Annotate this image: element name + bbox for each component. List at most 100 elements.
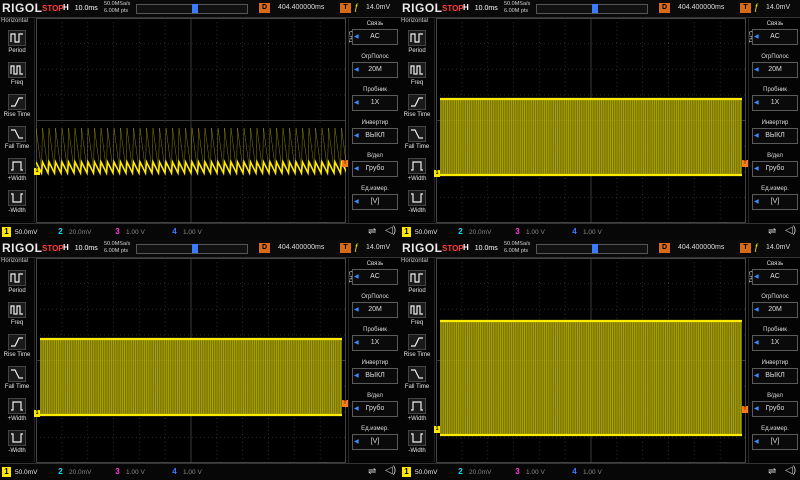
measure-item[interactable]: +Width (0, 156, 34, 188)
channel-3-status[interactable]: 3 1.00 V (113, 467, 145, 477)
menu-item-value-box[interactable]: ◀ ВЫКЛ (752, 368, 798, 384)
channel-menu-item[interactable]: Инвертир ◀ ВЫКЛ (752, 119, 798, 144)
trigger-level[interactable]: 14.0mV (766, 4, 790, 11)
menu-item-value-box[interactable]: ◀ 1X (352, 335, 398, 351)
menu-item-value-box[interactable]: ◀ Грубо (752, 401, 798, 417)
measure-item[interactable]: Freq (0, 60, 34, 92)
measure-item[interactable]: +Width (400, 396, 434, 428)
speaker-icon[interactable]: ◁) (785, 465, 796, 476)
menu-item-value-box[interactable]: ◀ Грубо (352, 401, 398, 417)
trigger-level[interactable]: 14.0mV (366, 4, 390, 11)
channel-4-status[interactable]: 4 1.00 V (570, 227, 602, 237)
menu-item-value-box[interactable]: ◀ AC (752, 269, 798, 285)
position-marker[interactable] (192, 4, 198, 13)
measure-item[interactable]: Freq (400, 300, 434, 332)
channel-1-status[interactable]: 1 50.0mV (2, 467, 37, 477)
run-status[interactable]: STOP (42, 244, 64, 253)
channel-menu-item[interactable]: Связь ◀ AC (752, 260, 798, 285)
channel-menu-item[interactable]: Пробник ◀ 1X (352, 86, 398, 111)
menu-item-value-box[interactable]: ◀ ВЫКЛ (752, 128, 798, 144)
ch1-offset-marker[interactable]: 1 (434, 426, 440, 433)
memory-position-bar[interactable] (136, 4, 248, 14)
channel-menu-item[interactable]: В/дел ◀ Грубо (752, 152, 798, 177)
timebase-readout[interactable]: H 10.0ms (63, 243, 98, 252)
channel-menu-item[interactable]: Ед.измер. ◀ [V] (352, 425, 398, 450)
measure-item[interactable]: Period (0, 268, 34, 300)
waveform-grid[interactable] (436, 258, 746, 463)
delay-value[interactable]: 404.400000ms (678, 4, 724, 11)
channel-menu-item[interactable]: Ед.измер. ◀ [V] (752, 425, 798, 450)
timebase-readout[interactable]: H 10.0ms (463, 243, 498, 252)
menu-item-value-box[interactable]: ◀ 1X (352, 95, 398, 111)
channel-1-status[interactable]: 1 50.0mV (2, 227, 37, 237)
menu-item-value-box[interactable]: ◀ 1X (752, 95, 798, 111)
ch1-offset-marker[interactable]: 1 (34, 168, 40, 175)
channel-1-status[interactable]: 1 50.0mV (402, 227, 437, 237)
channel-2-status[interactable]: 2 20.0mV (56, 227, 91, 237)
delay-value[interactable]: 404.400000ms (278, 4, 324, 11)
channel-2-status[interactable]: 2 20.0mV (456, 227, 491, 237)
channel-menu-item[interactable]: Ед.измер. ◀ [V] (752, 185, 798, 210)
channel-menu-item[interactable]: Пробник ◀ 1X (752, 86, 798, 111)
speaker-icon[interactable]: ◁) (385, 225, 396, 236)
channel-4-status[interactable]: 4 1.00 V (170, 467, 202, 477)
channel-menu-item[interactable]: Связь ◀ AC (752, 20, 798, 45)
measure-item[interactable]: Rise Time (400, 92, 434, 124)
measure-item[interactable]: Fall Time (400, 124, 434, 156)
channel-menu-item[interactable]: Ед.измер. ◀ [V] (352, 185, 398, 210)
delay-value[interactable]: 404.400000ms (278, 244, 324, 251)
menu-item-value-box[interactable]: ◀ [V] (752, 194, 798, 210)
measure-item[interactable]: Period (0, 28, 34, 60)
ch1-offset-marker[interactable]: 1 (34, 410, 40, 417)
memory-position-bar[interactable] (136, 244, 248, 254)
measure-item[interactable]: Period (400, 28, 434, 60)
speaker-icon[interactable]: ◁) (385, 465, 396, 476)
channel-menu-item[interactable]: ОгрПолос ◀ 20M (352, 53, 398, 78)
channel-menu-item[interactable]: Инвертир ◀ ВЫКЛ (352, 359, 398, 384)
channel-menu-item[interactable]: Связь ◀ AC (352, 20, 398, 45)
waveform-grid[interactable] (36, 18, 346, 223)
menu-item-value-box[interactable]: ◀ 20M (352, 62, 398, 78)
menu-item-value-box[interactable]: ◀ [V] (752, 434, 798, 450)
channel-menu-item[interactable]: ОгрПолос ◀ 20M (752, 293, 798, 318)
measure-item[interactable]: Fall Time (400, 364, 434, 396)
trigger-level[interactable]: 14.0mV (366, 244, 390, 251)
position-marker[interactable] (592, 244, 598, 253)
measure-item[interactable]: Freq (400, 60, 434, 92)
menu-item-value-box[interactable]: ◀ AC (752, 29, 798, 45)
channel-menu-item[interactable]: В/дел ◀ Грубо (352, 392, 398, 417)
waveform-grid[interactable] (436, 18, 746, 223)
ch1-offset-marker[interactable]: 1 (434, 170, 440, 177)
measure-item[interactable]: Rise Time (400, 332, 434, 364)
channel-1-status[interactable]: 1 50.0mV (402, 467, 437, 477)
measure-item[interactable]: Period (400, 268, 434, 300)
channel-menu-item[interactable]: Пробник ◀ 1X (352, 326, 398, 351)
menu-item-value-box[interactable]: ◀ Грубо (352, 161, 398, 177)
channel-menu-item[interactable]: Инвертир ◀ ВЫКЛ (752, 359, 798, 384)
measure-item[interactable]: Fall Time (0, 364, 34, 396)
menu-item-value-box[interactable]: ◀ ВЫКЛ (352, 128, 398, 144)
channel-3-status[interactable]: 3 1.00 V (513, 227, 545, 237)
speaker-icon[interactable]: ◁) (785, 225, 796, 236)
channel-4-status[interactable]: 4 1.00 V (570, 467, 602, 477)
menu-item-value-box[interactable]: ◀ [V] (352, 434, 398, 450)
channel-4-status[interactable]: 4 1.00 V (170, 227, 202, 237)
run-status[interactable]: STOP (442, 4, 464, 13)
menu-item-value-box[interactable]: ◀ AC (352, 29, 398, 45)
measure-item[interactable]: Rise Time (0, 92, 34, 124)
position-marker[interactable] (592, 4, 598, 13)
memory-position-bar[interactable] (536, 244, 648, 254)
waveform-grid[interactable] (36, 258, 346, 463)
measure-item[interactable]: -Width (400, 428, 434, 460)
menu-item-value-box[interactable]: ◀ ВЫКЛ (352, 368, 398, 384)
position-marker[interactable] (192, 244, 198, 253)
delay-value[interactable]: 404.400000ms (678, 244, 724, 251)
channel-2-status[interactable]: 2 20.0mV (56, 467, 91, 477)
channel-3-status[interactable]: 3 1.00 V (513, 467, 545, 477)
channel-menu-item[interactable]: Инвертир ◀ ВЫКЛ (352, 119, 398, 144)
measure-item[interactable]: +Width (0, 396, 34, 428)
menu-item-value-box[interactable]: ◀ 20M (352, 302, 398, 318)
memory-position-bar[interactable] (536, 4, 648, 14)
measure-item[interactable]: +Width (400, 156, 434, 188)
measure-item[interactable]: -Width (0, 188, 34, 220)
